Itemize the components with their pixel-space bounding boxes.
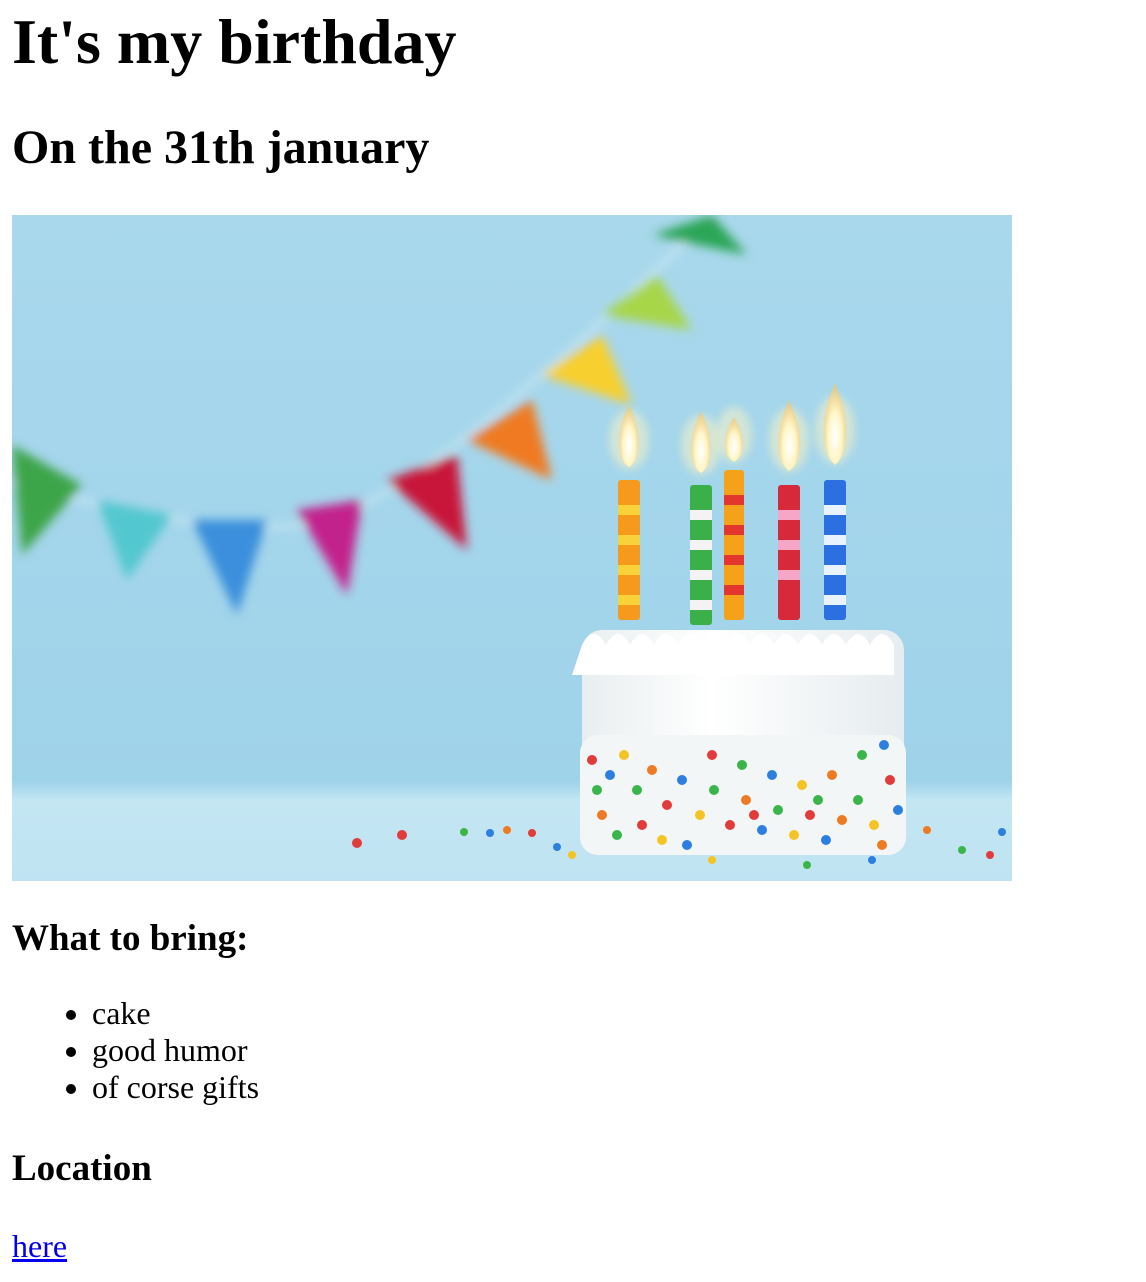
list-item: good humor xyxy=(92,1032,259,1069)
location-link[interactable]: here xyxy=(12,1224,67,1268)
list-item: of corse gifts xyxy=(92,1069,259,1106)
list-item: cake xyxy=(92,995,259,1032)
birthday-cake-image xyxy=(12,215,1012,881)
page-subtitle: On the 31th january xyxy=(12,121,430,174)
location-heading: Location xyxy=(12,1148,152,1189)
bring-list: cake good humor of corse gifts xyxy=(12,995,259,1106)
what-to-bring-heading: What to bring: xyxy=(12,918,249,959)
page-title: It's my birthday xyxy=(12,6,457,77)
